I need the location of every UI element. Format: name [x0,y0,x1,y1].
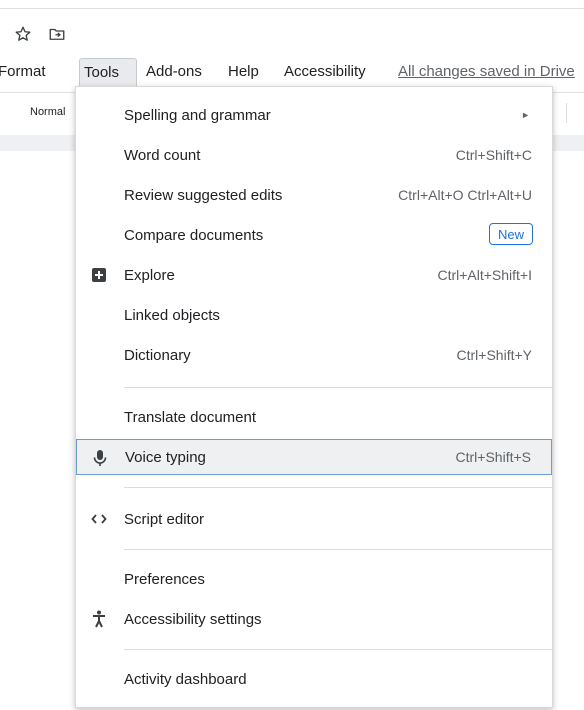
toolbar-divider [566,103,567,123]
menu-item-dictionary[interactable]: Dictionary Ctrl+Shift+Y [76,337,552,373]
menu-item-compare-documents[interactable]: Compare documents New [76,217,552,253]
explore-icon [90,266,108,284]
menu-item-label: Voice typing [125,448,206,466]
menu-item-shortcut: Ctrl+Alt+Shift+I [437,267,532,283]
menu-item-label: Preferences [124,570,205,588]
menu-divider [124,387,552,388]
menu-item-preferences[interactable]: Preferences [76,561,552,597]
star-icon[interactable] [14,25,32,43]
menu-item-shortcut: Ctrl+Alt+O Ctrl+Alt+U [398,187,532,203]
title-actions [14,24,66,44]
paragraph-style-select[interactable]: Normal [30,106,65,118]
menu-item-label: Word count [124,146,201,164]
menu-addons[interactable]: Add-ons [142,58,206,86]
code-brackets-icon [90,510,108,528]
menu-item-label: Compare documents [124,226,264,244]
menu-item-script-editor[interactable]: Script editor [76,501,552,537]
menu-item-label: Linked objects [124,306,220,324]
menu-help[interactable]: Help [224,58,263,86]
menu-item-word-count[interactable]: Word count Ctrl+Shift+C [76,137,552,173]
tools-menu: Spelling and grammar ► Word count Ctrl+S… [75,86,553,708]
save-status-link[interactable]: All changes saved in Drive [398,58,575,86]
menu-item-spelling-grammar[interactable]: Spelling and grammar ► [76,97,552,133]
menu-item-review-suggested-edits[interactable]: Review suggested edits Ctrl+Alt+O Ctrl+A… [76,177,552,213]
menu-item-label: Script editor [124,510,205,528]
window-top-edge [0,0,584,9]
menu-item-activity-dashboard[interactable]: Activity dashboard [76,661,552,697]
new-badge: New [488,223,533,245]
microphone-icon [91,449,109,467]
menu-item-shortcut: Ctrl+Shift+C [455,147,532,163]
menu-item-shortcut: Ctrl+Shift+S [455,449,531,465]
menu-item-label: Spelling and grammar [124,106,271,124]
submenu-arrow-icon: ► [521,110,530,120]
menu-item-accessibility-settings[interactable]: Accessibility settings [76,601,552,637]
menu-tools[interactable]: Tools [79,58,137,86]
menu-item-shortcut: Ctrl+Shift+Y [456,347,532,363]
menu-item-label: Review suggested edits [124,186,283,204]
menu-item-explore[interactable]: Explore Ctrl+Alt+Shift+I [76,257,552,293]
menu-divider [124,549,552,550]
menu-divider [124,487,552,488]
menu-item-label: Accessibility settings [124,610,262,628]
menu-item-label: Translate document [124,408,257,426]
menu-item-linked-objects[interactable]: Linked objects [76,297,552,333]
menu-item-translate-document[interactable]: Translate document [76,399,552,435]
accessibility-person-icon [90,610,108,628]
menu-divider [124,649,552,650]
menu-item-voice-typing[interactable]: Voice typing Ctrl+Shift+S [76,439,552,475]
menu-item-label: Activity dashboard [124,670,247,688]
menu-item-label: Explore [124,266,175,284]
menu-format[interactable]: Format [0,58,50,86]
menu-item-label: Dictionary [124,346,191,364]
menu-bar: Format Tools Add-ons Help Accessibility … [0,58,584,86]
menu-accessibility[interactable]: Accessibility [280,58,370,86]
move-to-folder-icon[interactable] [48,25,66,43]
